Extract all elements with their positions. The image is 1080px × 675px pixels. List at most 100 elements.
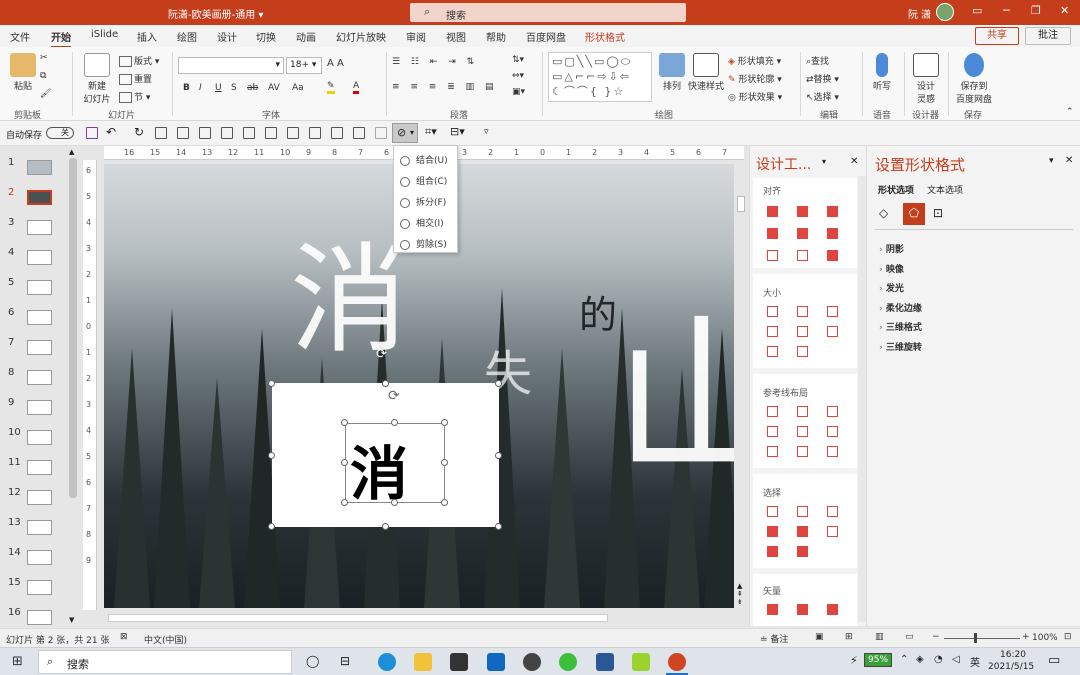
shape-outline-button[interactable]: ✎ 形状轮廓 ▾ [728,72,782,85]
fit-slide-icon[interactable]: ⊡ [1064,632,1072,642]
guide-middle-icon[interactable] [797,426,808,437]
rotate-handle-icon[interactable]: ⟳ [388,388,400,404]
chevron-down-icon[interactable]: ▾ [822,157,826,166]
shapes-gallery[interactable]: ▭▢╲╲▭◯⬭ ▭△⌐⌐⇨⇩⇦ ☾⌒⌒{ }☆ [548,52,652,102]
resize-handle[interactable] [495,523,502,530]
replace-button[interactable]: ⇄替换 ▾ [806,72,839,85]
resize-handle[interactable] [268,523,275,530]
resize-handle[interactable] [268,452,275,459]
battery-percent[interactable]: 95% [864,653,893,667]
section-reflection[interactable]: 映像 [879,262,904,275]
tab-home[interactable]: 开始 [51,29,71,48]
zoom-level[interactable]: 100% [1032,633,1058,643]
restore-icon[interactable]: ❐ [1031,4,1041,17]
menu-item-combine[interactable]: 组合(C) [400,174,447,187]
slide-sorter-icon[interactable]: ⊞ [845,632,853,642]
user-name[interactable]: 阮 潇 [908,6,931,21]
customize-qat-icon[interactable]: ▿ [484,127,496,139]
menu-item-subtract[interactable]: 剪除(S) [400,237,447,250]
tab-review[interactable]: 审阅 [406,29,426,44]
horizontal-scrollbar[interactable] [104,612,734,624]
taskbar-search-box[interactable]: ⌕ 搜索 [38,650,292,674]
tab-baidu[interactable]: 百度网盘 [526,29,566,44]
select-top-icon[interactable] [767,526,778,537]
accessibility-icon[interactable]: ⊠ [120,632,128,642]
tab-text-options[interactable]: 文本选项 [927,183,963,196]
align-left-icon[interactable] [767,206,778,217]
font-color-icon[interactable]: A [353,81,360,94]
tab-help[interactable]: 帮助 [486,29,506,44]
stretch-right-icon[interactable] [797,326,808,337]
tab-file[interactable]: 文件 [10,29,30,44]
scrollbar-thumb[interactable] [69,158,77,498]
stretch-top-icon[interactable] [767,346,778,357]
resize-handle[interactable] [341,419,348,426]
paste-button[interactable]: 粘贴 [8,53,38,92]
scrollbar-thumb[interactable] [108,614,608,622]
guide-fit-icon[interactable] [827,446,838,457]
find-button[interactable]: ⌕查找 [806,54,829,67]
menu-item-union[interactable]: 结合(U) [400,153,448,166]
same-size-icon[interactable] [827,306,838,317]
align-top-icon[interactable] [767,228,778,239]
zoom-in-icon[interactable]: + [1022,632,1030,642]
guide-left-icon[interactable] [767,406,778,417]
stretch-bottom-icon[interactable] [797,346,808,357]
slide-scrollbar[interactable]: ▲ ⇞ ⇟ [736,164,746,608]
word-icon[interactable] [596,653,614,671]
stretch-both-icon[interactable] [827,326,838,337]
ribbon-display-icon[interactable]: ▭ [972,4,982,17]
clock-date[interactable]: 2021/5/15 [988,662,1034,672]
section-shadow[interactable]: 阴影 [879,242,904,255]
slide-thumbnail[interactable] [27,460,52,475]
stretch-left-icon[interactable] [767,326,778,337]
align-bottom-icon[interactable] [221,127,233,139]
zoom-slider-thumb[interactable] [974,633,977,643]
tab-islide[interactable]: iSlide [91,29,118,40]
tab-insert[interactable]: 插入 [137,29,157,44]
close-icon[interactable]: ✕ [1065,155,1073,166]
autosave-toggle[interactable]: 关 [46,127,74,139]
tray-chevron-icon[interactable]: ⌃ [900,654,908,665]
align-right-icon[interactable] [827,206,838,217]
slide-thumbnail[interactable] [27,430,52,445]
select-same-icon[interactable] [767,506,778,517]
qat-new-icon[interactable] [155,127,167,139]
app-green-icon[interactable] [632,653,650,671]
vector-union-icon[interactable] [767,604,778,615]
strikethrough-icon[interactable]: ab [247,83,258,93]
battery-saver-icon[interactable]: ⚡ [850,654,858,667]
copy-icon[interactable]: ⧉ [40,71,46,81]
scrollbar-thumb[interactable] [737,196,745,212]
smartart-icon[interactable]: ▣▾ [512,87,525,97]
select-bottom-icon[interactable] [797,526,808,537]
tab-draw[interactable]: 绘图 [177,29,197,44]
guide-top-icon[interactable] [767,426,778,437]
undo-icon[interactable]: ↶ [106,125,118,139]
menu-item-fragment[interactable]: 拆分(F) [400,195,446,208]
guide-center-icon[interactable] [797,406,808,417]
menu-item-intersect[interactable]: 相交(I) [400,216,444,229]
volume-icon[interactable]: ◁ [952,654,960,665]
select-button[interactable]: ↖选择 ▾ [806,90,839,103]
tab-design[interactable]: 设计 [217,29,237,44]
resize-handle[interactable] [441,499,448,506]
select-similar-icon[interactable] [797,506,808,517]
notification-icon[interactable]: ▭ [1048,653,1060,668]
rotate-handle-icon[interactable]: ⟳ [376,347,387,362]
app-p-icon[interactable] [523,653,541,671]
slide-thumbnail[interactable] [27,340,52,355]
distribute-icon[interactable] [331,127,343,139]
normal-view-icon[interactable]: ▣ [815,632,824,642]
select-group-icon[interactable] [797,546,808,557]
resize-handle[interactable] [341,459,348,466]
slide-thumbnail[interactable] [27,520,52,535]
align-text-icon[interactable]: ⇔▾ [512,71,524,81]
resize-handle[interactable] [495,452,502,459]
layer-icon[interactable]: ⊟▾ [450,125,465,138]
tab-slideshow[interactable]: 幻灯片放映 [336,29,386,44]
widgets-icon[interactable]: ⊟ [340,654,350,668]
highlight-icon[interactable]: ✎ [327,81,335,94]
section-3d-rotation[interactable]: 三维旋转 [879,340,922,353]
merge-shapes-button[interactable]: ⊘ ▾ [392,123,418,143]
